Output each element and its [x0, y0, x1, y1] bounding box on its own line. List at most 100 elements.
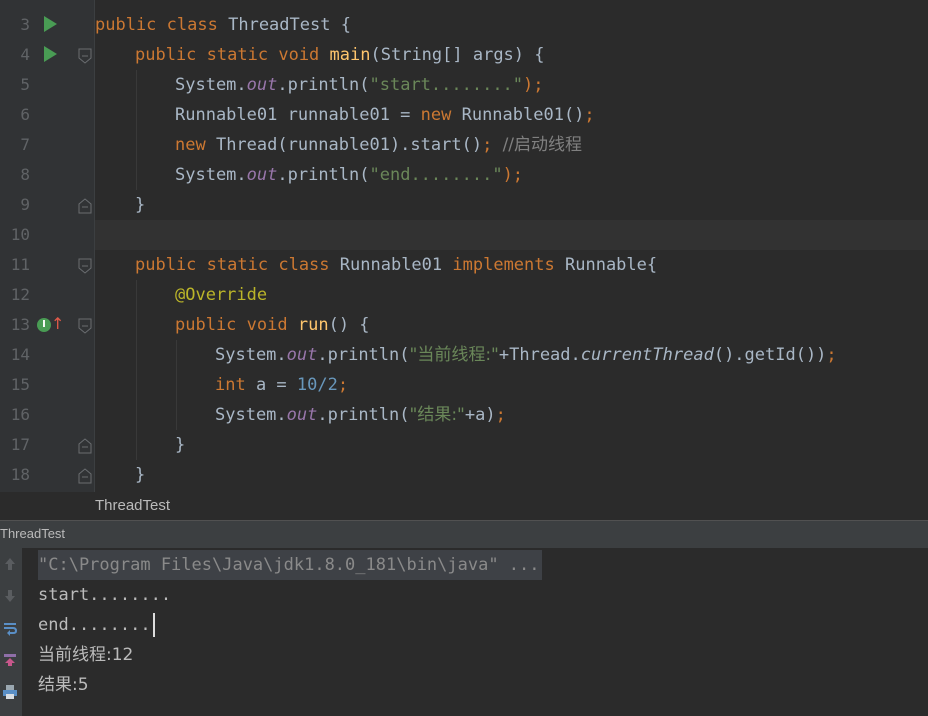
print-icon[interactable]	[2, 684, 18, 700]
run-main-icon[interactable]	[44, 46, 57, 62]
string-literal: "结果:"	[409, 405, 465, 425]
console-line: 结果:5	[38, 675, 89, 695]
up-arrow-icon[interactable]	[2, 556, 18, 572]
operator: /	[317, 375, 328, 395]
code-text: );	[502, 165, 524, 185]
static-field: out	[286, 345, 318, 365]
fold-close-icon[interactable]	[78, 198, 92, 214]
code-line-17: }	[175, 430, 185, 460]
fold-open-icon[interactable]	[78, 318, 92, 334]
line-number: 14	[10, 345, 30, 364]
code-text: ().getId())	[713, 345, 827, 365]
text-cursor	[152, 613, 155, 637]
code-line-6: Runnable01 runnable01 = new Runnable01()…	[175, 100, 595, 130]
interface-name: Runnable{	[565, 255, 658, 275]
code-text: () {	[328, 315, 370, 335]
class-name: Runnable01	[339, 255, 443, 275]
static-field: out	[246, 75, 278, 95]
indent-guide	[176, 340, 177, 430]
keyword: void	[278, 45, 320, 65]
semicolon: ;	[826, 345, 837, 365]
code-line-8: System.out.println("end........");	[175, 160, 523, 190]
code-text: Runnable01 runnable01 =	[175, 105, 421, 125]
code-line-4: public static void main(String[] args) {	[135, 40, 545, 70]
code-text: System.	[175, 165, 247, 185]
line-number: 5	[20, 75, 30, 94]
line-number: 4	[20, 45, 30, 64]
editor-gutter: 3 4 5 6 7 8 9 10 11 12 13 14 15 16 17 18…	[0, 0, 94, 492]
fold-close-icon[interactable]	[78, 438, 92, 454]
run-panel-header[interactable]: ThreadTest	[0, 520, 928, 548]
line-number: 17	[10, 435, 30, 454]
number-literal: 10	[296, 375, 318, 395]
line-number: 9	[20, 195, 30, 214]
code-text: .println(	[277, 75, 370, 95]
keyword: public	[175, 315, 237, 335]
run-class-icon[interactable]	[44, 16, 57, 32]
line-number: 15	[10, 375, 30, 394]
line-number: 10	[10, 225, 30, 244]
keyword: implements	[452, 255, 555, 275]
console-command-line: "C:\Program Files\Java\jdk1.8.0_181\bin\…	[38, 550, 542, 580]
code-text: System.	[215, 345, 287, 365]
run-tab-title[interactable]: ThreadTest	[0, 526, 65, 541]
keyword: static	[206, 45, 269, 65]
line-number: 6	[20, 105, 30, 124]
indent-guide	[136, 70, 137, 190]
code-text: System.	[175, 75, 247, 95]
brace: }	[135, 195, 146, 215]
code-text: a =	[245, 375, 297, 395]
code-text: Runnable01()	[451, 105, 585, 125]
line-number: 11	[10, 255, 30, 274]
line-number: 8	[20, 165, 30, 184]
keyword: new	[420, 105, 452, 125]
code-line-13: public void run() {	[175, 310, 370, 340]
breadcrumb[interactable]: ThreadTest	[0, 492, 928, 520]
fold-open-icon[interactable]	[78, 258, 92, 274]
fold-open-icon[interactable]	[78, 48, 92, 64]
string-literal: "当前线程:"	[409, 345, 499, 365]
brace: }	[135, 465, 146, 485]
code-text: Thread(runnable01).start()	[205, 135, 483, 155]
console-line: end........	[38, 610, 155, 640]
indent-guide	[136, 280, 137, 460]
line-number: 12	[10, 285, 30, 304]
run-toolbar	[0, 548, 22, 716]
code-text: System.	[215, 405, 287, 425]
code-line-12: @Override	[175, 280, 267, 310]
console-line: 当前线程:12	[38, 645, 134, 665]
line-number: 13	[10, 315, 30, 334]
line-comment: //启动线程	[502, 135, 583, 155]
keyword: public	[135, 255, 197, 275]
semicolon: ;	[495, 405, 506, 425]
code-text: +Thread.	[498, 345, 581, 365]
code-line-14: System.out.println("当前线程:"+Thread.curren…	[215, 340, 837, 370]
method-name: main	[329, 45, 371, 65]
code-editor[interactable]: 3 4 5 6 7 8 9 10 11 12 13 14 15 16 17 18…	[0, 0, 928, 492]
keyword: new	[175, 135, 206, 155]
override-arrow-icon[interactable]: ↑	[51, 316, 64, 332]
code-line-16: System.out.println("结果:"+a);	[215, 400, 506, 430]
line-number: 16	[10, 405, 30, 424]
string-literal: "start........"	[369, 75, 524, 95]
fold-close-icon[interactable]	[78, 468, 92, 484]
code-text: +a)	[464, 405, 496, 425]
breadcrumb-class[interactable]: ThreadTest	[95, 497, 170, 514]
console-output[interactable]: "C:\Program Files\Java\jdk1.8.0_181\bin\…	[22, 548, 928, 716]
soft-wrap-icon[interactable]	[2, 620, 18, 636]
console-line-text: end........	[38, 615, 151, 635]
number-literal: 2	[327, 375, 338, 395]
code-text: .println(	[317, 345, 410, 365]
code-line-5: System.out.println("start........");	[175, 70, 544, 100]
code-line-9: }	[135, 190, 145, 220]
keyword: public	[95, 15, 157, 35]
keyword: class	[278, 255, 330, 275]
down-arrow-icon[interactable]	[2, 588, 18, 604]
scroll-to-end-icon[interactable]	[2, 652, 18, 668]
current-line-highlight	[94, 220, 928, 250]
keyword: class	[166, 15, 218, 35]
code-line-7: new Thread(runnable01).start(); //启动线程	[175, 130, 582, 160]
static-field: out	[246, 165, 278, 185]
implements-method-icon[interactable]: I	[37, 318, 51, 332]
keyword: public	[135, 45, 197, 65]
